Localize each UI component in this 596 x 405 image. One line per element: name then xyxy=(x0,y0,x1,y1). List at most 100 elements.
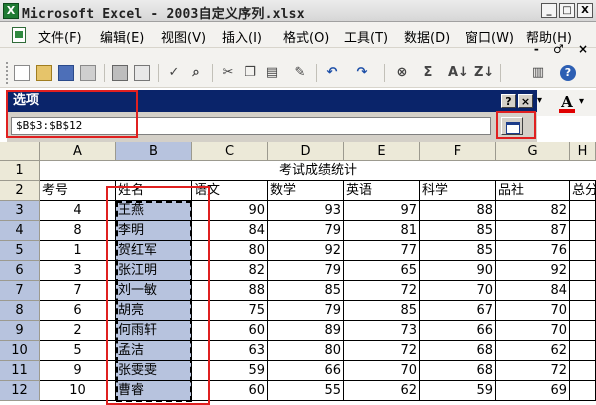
table-cell[interactable]: 68 xyxy=(420,341,496,361)
table-cell[interactable] xyxy=(570,201,596,221)
table-cell[interactable] xyxy=(570,281,596,301)
table-cell[interactable]: 70 xyxy=(344,361,420,381)
table-cell[interactable]: 69 xyxy=(496,381,570,401)
menu-format[interactable]: 格式(O) xyxy=(283,27,329,46)
table-cell[interactable]: 4 xyxy=(40,201,116,221)
table-cell[interactable]: 70 xyxy=(496,321,570,341)
row-header[interactable]: 8 xyxy=(0,301,40,321)
table-cell[interactable]: 李明 xyxy=(116,221,192,241)
header-cell[interactable]: 数学 xyxy=(268,181,344,201)
workbook-minimize-button[interactable]: - xyxy=(534,42,539,56)
table-cell[interactable]: 80 xyxy=(268,341,344,361)
table-cell[interactable]: 73 xyxy=(344,321,420,341)
table-cell[interactable]: 何雨轩 xyxy=(116,321,192,341)
minimize-button[interactable]: _ xyxy=(541,3,557,18)
table-cell[interactable]: 6 xyxy=(40,301,116,321)
close-button[interactable]: X xyxy=(577,3,593,18)
table-cell[interactable]: 70 xyxy=(420,281,496,301)
worksheet-grid[interactable]: A B C D E F G H 1 考试成绩统计 2 考号 姓名 语文 数学 英… xyxy=(0,142,596,405)
menu-file[interactable]: 文件(F) xyxy=(38,27,82,46)
dialog-help-button[interactable]: ? xyxy=(501,94,516,108)
table-cell[interactable] xyxy=(570,341,596,361)
table-cell[interactable]: 87 xyxy=(496,221,570,241)
new-document-icon[interactable] xyxy=(14,65,30,81)
restore-button[interactable]: □ xyxy=(559,3,575,18)
table-cell[interactable]: 79 xyxy=(268,261,344,281)
menu-edit[interactable]: 编辑(E) xyxy=(100,27,144,46)
column-header-a[interactable]: A xyxy=(40,142,116,161)
dialog-close-button[interactable]: × xyxy=(518,94,533,108)
table-cell[interactable]: 92 xyxy=(268,241,344,261)
header-cell[interactable]: 英语 xyxy=(344,181,420,201)
table-cell[interactable]: 1 xyxy=(40,241,116,261)
workbook-close-button[interactable]: × xyxy=(578,42,588,56)
redo-icon[interactable]: ↷ xyxy=(354,65,370,81)
menu-view[interactable]: 视图(V) xyxy=(161,27,206,46)
sort-descending-icon[interactable]: Z↓ xyxy=(474,65,494,81)
paste-icon[interactable]: ▤ xyxy=(264,65,280,81)
table-cell[interactable] xyxy=(570,221,596,241)
table-cell[interactable]: 刘一敏 xyxy=(116,281,192,301)
table-cell[interactable]: 66 xyxy=(420,321,496,341)
row-header[interactable]: 11 xyxy=(0,361,40,381)
select-all-corner[interactable] xyxy=(0,142,40,161)
row-header[interactable]: 3 xyxy=(0,201,40,221)
table-cell[interactable]: 胡亮 xyxy=(116,301,192,321)
table-cell[interactable]: 92 xyxy=(496,261,570,281)
font-color-icon[interactable]: A xyxy=(559,93,575,113)
table-cell[interactable]: 89 xyxy=(268,321,344,341)
table-cell[interactable]: 3 xyxy=(40,261,116,281)
autosum-icon[interactable]: Σ xyxy=(420,65,436,81)
hyperlink-icon[interactable]: ⊗ xyxy=(394,65,410,81)
spelling-icon[interactable]: ✓ xyxy=(166,65,182,81)
table-cell[interactable]: 88 xyxy=(420,201,496,221)
range-reference-input[interactable]: $B$3:$B$12 xyxy=(11,117,491,135)
help-icon[interactable]: ? xyxy=(560,65,576,81)
column-header-d[interactable]: D xyxy=(268,142,344,161)
menu-data[interactable]: 数据(D) xyxy=(404,27,450,46)
table-cell[interactable]: 80 xyxy=(192,241,268,261)
copy-icon[interactable]: ❐ xyxy=(242,65,258,81)
table-cell[interactable]: 62 xyxy=(496,341,570,361)
table-cell[interactable]: 孟洁 xyxy=(116,341,192,361)
research-icon[interactable]: ⌕ xyxy=(188,65,204,81)
table-cell[interactable]: 68 xyxy=(420,361,496,381)
column-header-g[interactable]: G xyxy=(496,142,570,161)
table-cell[interactable]: 79 xyxy=(268,301,344,321)
header-cell[interactable]: 姓名 xyxy=(116,181,192,201)
save-icon[interactable] xyxy=(58,65,74,81)
table-cell[interactable]: 7 xyxy=(40,281,116,301)
table-cell[interactable]: 85 xyxy=(420,241,496,261)
table-cell[interactable]: 曹睿 xyxy=(116,381,192,401)
format-painter-icon[interactable]: ✎ xyxy=(292,65,308,81)
table-cell[interactable]: 55 xyxy=(268,381,344,401)
expand-dialog-button[interactable] xyxy=(501,117,523,135)
table-cell[interactable]: 88 xyxy=(192,281,268,301)
undo-icon[interactable]: ↶ xyxy=(324,65,340,81)
row-header[interactable]: 7 xyxy=(0,281,40,301)
table-cell[interactable]: 72 xyxy=(344,281,420,301)
column-header-h[interactable]: H xyxy=(570,142,596,161)
table-cell[interactable]: 72 xyxy=(496,361,570,381)
header-cell[interactable]: 语文 xyxy=(192,181,268,201)
column-header-e[interactable]: E xyxy=(344,142,420,161)
row-header[interactable]: 12 xyxy=(0,381,40,401)
table-cell[interactable]: 67 xyxy=(420,301,496,321)
table-cell[interactable] xyxy=(570,241,596,261)
table-cell[interactable]: 59 xyxy=(420,381,496,401)
permission-icon[interactable] xyxy=(80,65,96,81)
print-preview-icon[interactable] xyxy=(134,65,150,81)
table-cell[interactable]: 79 xyxy=(268,221,344,241)
table-cell[interactable]: 85 xyxy=(344,301,420,321)
table-cell[interactable]: 72 xyxy=(344,341,420,361)
table-cell[interactable]: 贺红军 xyxy=(116,241,192,261)
sheet-title[interactable]: 考试成绩统计 xyxy=(40,161,596,181)
workbook-icon[interactable] xyxy=(12,27,26,43)
table-cell[interactable]: 5 xyxy=(40,341,116,361)
header-cell[interactable]: 科学 xyxy=(420,181,496,201)
table-cell[interactable]: 62 xyxy=(344,381,420,401)
header-cell[interactable]: 总分 xyxy=(570,181,596,201)
cut-icon[interactable]: ✂ xyxy=(220,65,236,81)
table-cell[interactable]: 70 xyxy=(496,301,570,321)
row-header[interactable]: 5 xyxy=(0,241,40,261)
